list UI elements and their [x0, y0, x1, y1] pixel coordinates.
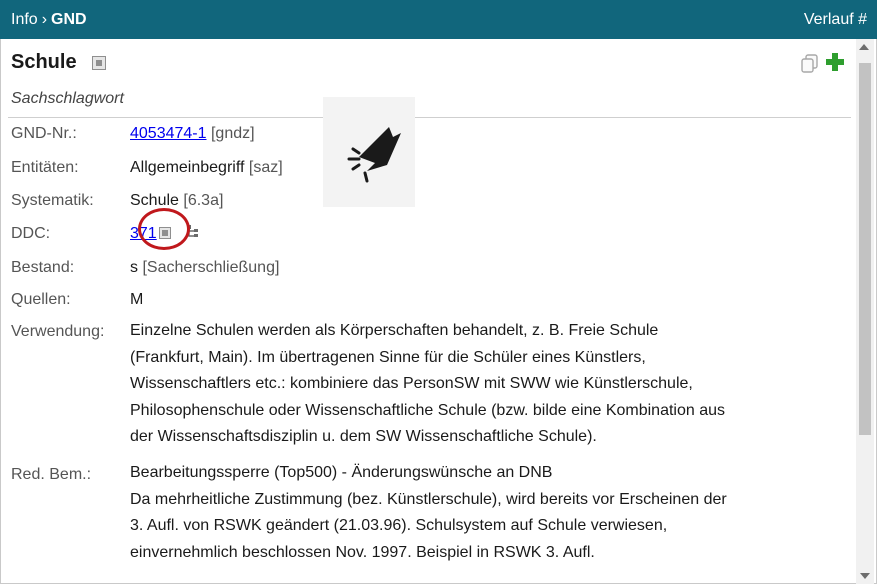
breadcrumb-info[interactable]: Info — [11, 11, 38, 28]
entitaeten-label: Entitäten: — [11, 159, 79, 176]
systematik-value-row: Schule [6.3a] — [130, 192, 223, 210]
systematik-suffix: [6.3a] — [183, 192, 224, 209]
red-bem-line: 3. Aufl. von RSWK geändert (21.03.96). S… — [130, 517, 668, 534]
scroll-down-arrow-icon[interactable] — [860, 573, 870, 579]
entitaeten-suffix: [saz] — [248, 159, 283, 176]
bestand-value-row: s [Sacherschließung] — [130, 259, 279, 277]
expand-box-icon[interactable] — [92, 56, 106, 70]
red-bem-label: Red. Bem.: — [11, 466, 92, 483]
cursor-overlay — [323, 97, 415, 207]
bestand-value: s — [130, 259, 138, 276]
record-subtitle: Sachschlagwort — [11, 90, 124, 107]
scroll-up-arrow-icon[interactable] — [859, 44, 869, 50]
scroll-thumb[interactable] — [859, 63, 871, 435]
breadcrumb: Info › GND — [11, 0, 87, 39]
systematik-label: Systematik: — [11, 192, 94, 209]
bestand-label: Bestand: — [11, 259, 75, 276]
verwendung-text: Einzelne Schulen werden als Körperschaft… — [130, 318, 850, 451]
click-cursor-icon — [347, 127, 401, 183]
record-panel: Schule Sachschlagwort GND-Nr.: 4053474-1… — [0, 39, 852, 584]
verwendung-line: Wissenschaftlers etc.: kombiniere das Pe… — [130, 375, 693, 392]
red-bem-line: Da mehrheitliche Zustimmung (bez. Künstl… — [130, 490, 727, 508]
quellen-label: Quellen: — [11, 291, 71, 308]
record-title: Schule — [11, 51, 77, 73]
verwendung-label: Verwendung: — [11, 323, 105, 340]
gnd-nr-label: GND-Nr.: — [11, 125, 77, 142]
verwendung-line: der Wissenschaftsdisziplin u. dem SW Wis… — [130, 428, 597, 445]
bestand-suffix: [Sacherschließung] — [142, 259, 280, 276]
breadcrumb-separator: › — [41, 11, 48, 28]
entitaeten-value-row: Allgemeinbegriff [saz] — [130, 159, 283, 177]
verwendung-line: Philosophenschule oder Wissenschaftliche… — [130, 401, 726, 419]
breadcrumb-gnd: GND — [51, 11, 87, 28]
plus-icon[interactable] — [824, 51, 846, 73]
highlight-circle — [138, 208, 190, 250]
quellen-value: M — [130, 291, 144, 308]
gnd-nr-link[interactable]: 4053474-1 — [130, 125, 207, 142]
header-bar: Info › GND Verlauf # — [0, 0, 877, 39]
red-bem-line: Bearbeitungssperre (Top500) - Änderungsw… — [130, 464, 553, 481]
red-bem-text: Bearbeitungssperre (Top500) - Änderungsw… — [130, 460, 850, 566]
red-bem-line: einvernehmlich beschlossen Nov. 1997. Be… — [130, 543, 595, 561]
systematik-value: Schule — [130, 192, 179, 209]
verwendung-line: Einzelne Schulen werden als Körperschaft… — [130, 322, 659, 339]
entitaeten-value: Allgemeinbegriff — [130, 159, 245, 176]
vertical-scrollbar[interactable] — [856, 39, 874, 584]
history-link[interactable]: Verlauf # — [804, 0, 867, 39]
ddc-label: DDC: — [11, 225, 51, 242]
copy-icon[interactable] — [800, 53, 820, 73]
gnd-nr-value: 4053474-1 [gndz] — [130, 125, 255, 143]
divider — [8, 117, 851, 118]
verwendung-line: (Frankfurt, Main). Im übertragenen Sinne… — [130, 348, 646, 366]
gnd-nr-suffix: [gndz] — [210, 125, 255, 142]
